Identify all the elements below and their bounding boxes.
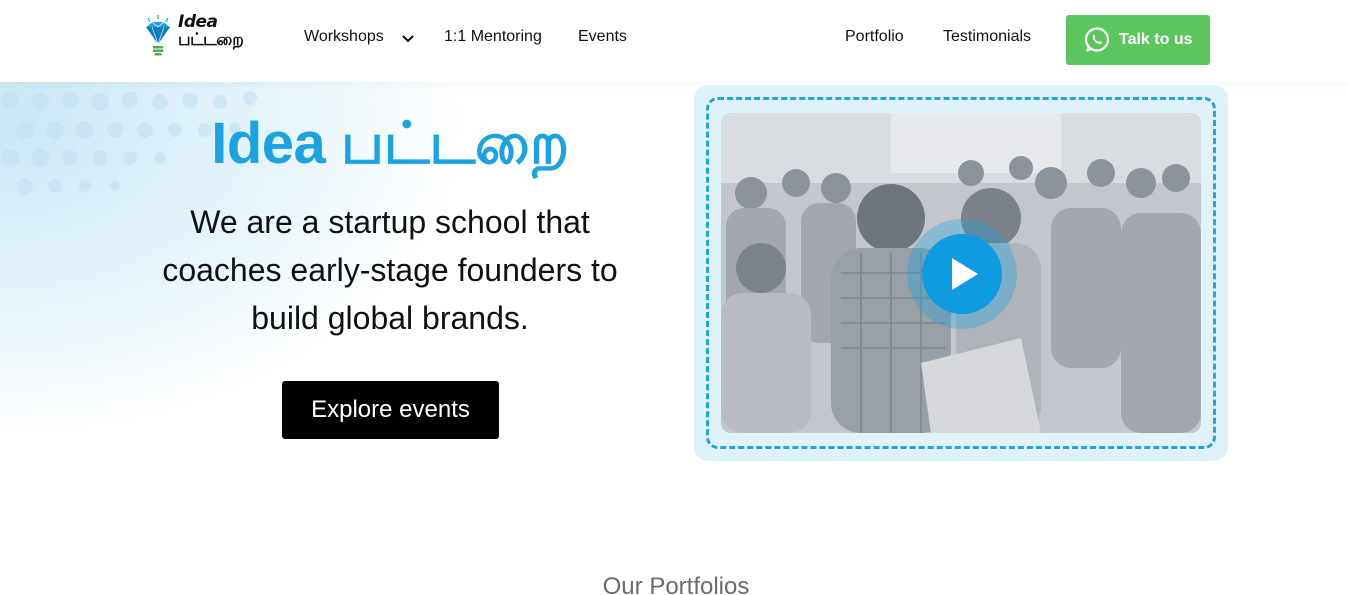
video-player[interactable] xyxy=(721,113,1201,433)
video-card xyxy=(694,85,1228,461)
brand-logo[interactable]: Idea பட்டறை xyxy=(142,14,254,60)
nav-portfolio[interactable]: Portfolio xyxy=(845,28,904,46)
portfolio-section-title: Our Portfolios xyxy=(602,573,750,595)
play-button[interactable] xyxy=(907,219,1017,329)
nav-workshops[interactable]: Workshops xyxy=(304,28,384,46)
play-icon xyxy=(952,258,978,290)
hero-subtitle: We are a startup school that coaches ear… xyxy=(162,204,618,336)
nav-events[interactable]: Events xyxy=(578,28,627,46)
site-header: Idea பட்டறை Workshops 1:1 Mentoring Even… xyxy=(0,0,1348,82)
chevron-down-icon[interactable] xyxy=(400,31,416,47)
whatsapp-icon xyxy=(1084,27,1110,52)
talk-to-us-button[interactable]: Talk to us xyxy=(1066,15,1210,65)
hero-title: Idea பட்டறை xyxy=(211,111,569,176)
talk-to-us-label: Talk to us xyxy=(1119,31,1193,48)
nav-mentoring[interactable]: 1:1 Mentoring xyxy=(444,28,542,46)
logo-text-tamil: பட்டறை xyxy=(178,30,244,50)
nav-testimonials[interactable]: Testimonials xyxy=(943,28,1031,46)
explore-events-button[interactable]: Explore events xyxy=(282,381,499,439)
logo-text-idea: Idea xyxy=(178,12,218,32)
diamond-bulb-icon xyxy=(145,15,171,56)
